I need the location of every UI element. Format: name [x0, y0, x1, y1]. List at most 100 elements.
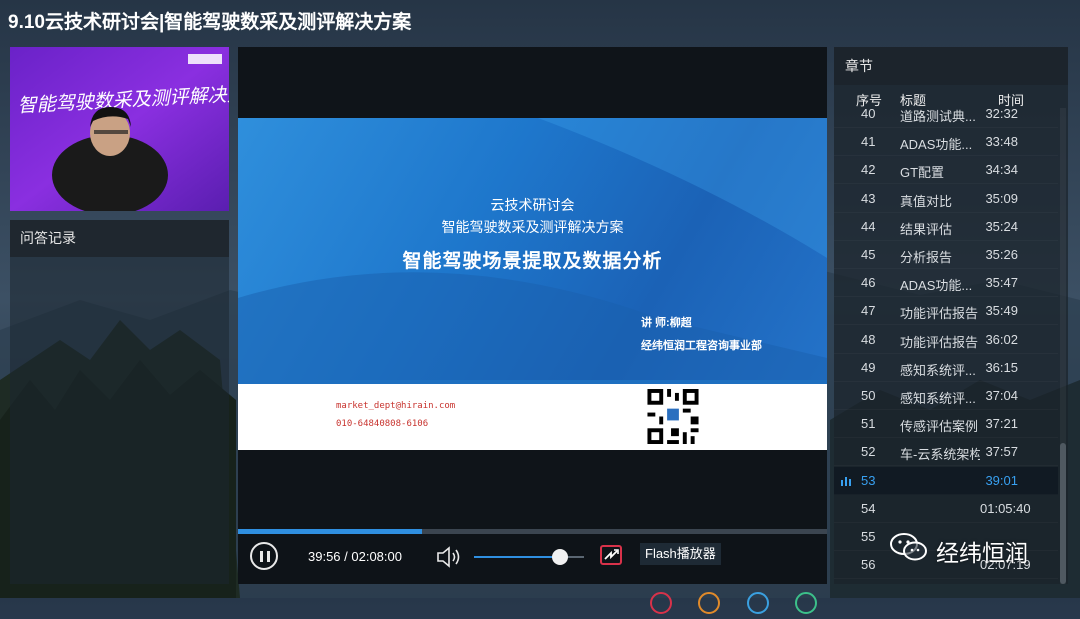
flash-player-button[interactable]: Flash播放器 [640, 543, 721, 565]
chapter-row[interactable]: 45 分析报告 35:26 [834, 241, 1058, 269]
chapter-time: 35:24 [985, 218, 1018, 234]
volume-knob[interactable] [551, 549, 568, 565]
page-title: 9.10云技术研讨会|智能驾驶数采及测评解决方案 [8, 12, 412, 33]
toolbar-circle-icon[interactable] [698, 592, 721, 614]
speaker-camera: 智能驾驶数采及测评解决方案 [10, 47, 229, 211]
chapter-scrollbar[interactable] [1060, 108, 1066, 584]
qr-code [647, 389, 699, 444]
chapter-title: 分析报告 [900, 250, 953, 265]
watermark-text: 经纬恒润 [936, 540, 1028, 566]
chapter-row[interactable]: 40 道路测试典... 32:32 [834, 108, 1058, 128]
chapter-title: 道路测试典... [900, 109, 976, 124]
slide-divider [238, 380, 827, 384]
chapter-title: 功能评估报告 [900, 306, 979, 322]
volume-icon[interactable] [435, 545, 465, 569]
chapter-title: GT配置 [900, 165, 945, 181]
player-controls: 39:56 / 02:08:00 Flash播放器 [238, 534, 827, 584]
chapter-time: 34:34 [985, 162, 1018, 178]
chapter-row[interactable]: 42 GT配置 34:34 [834, 156, 1058, 184]
chapter-number: 40 [861, 108, 876, 121]
chapter-time: 36:15 [985, 359, 1018, 375]
now-playing-icon [841, 476, 851, 486]
chapter-time: 39:01 [985, 472, 1018, 488]
chapters-column-headers: 序号 标题 时间 [834, 90, 1068, 110]
chapter-row[interactable]: 53 39:01 [834, 466, 1058, 495]
column-title: 标题 [900, 93, 927, 108]
chapter-title: 真值对比 [900, 193, 953, 209]
chapter-number: 47 [861, 303, 876, 319]
slide-main-title: 智能驾驶场景提取及数据分析 [402, 251, 663, 272]
column-time: 时间 [998, 93, 1025, 108]
chapter-title: 感知系统评... [900, 362, 976, 378]
toolbar-circle-icon[interactable] [746, 592, 769, 614]
chapter-title: ADAS功能... [900, 137, 973, 153]
qa-header[interactable]: 问答记录 [10, 220, 229, 257]
qa-panel: 问答记录 [10, 220, 229, 584]
title-bar: 9.10云技术研讨会|智能驾驶数采及测评解决方案 [0, 0, 1080, 38]
chapter-row[interactable]: 49 感知系统评... 36:15 [834, 354, 1058, 382]
chapter-row[interactable]: 48 功能评估报告 36:02 [834, 326, 1058, 354]
chapter-list: 40 道路测试典... 32:32 41 ADAS功能... 33:48 42 GT配置 34:… [834, 108, 1058, 584]
chapter-title: 感知系统评... [900, 391, 976, 406]
chapter-row[interactable]: 41 ADAS功能... 33:48 [834, 128, 1058, 156]
slide-email: market_dept@hirain.com [336, 401, 456, 411]
scrollbar-thumb[interactable] [1060, 443, 1066, 584]
chapter-time: 37:04 [985, 388, 1018, 403]
volume-slider[interactable] [474, 549, 584, 565]
chapter-time: 35:49 [985, 303, 1018, 319]
chapters-header: 章节 [834, 47, 1068, 85]
speaker-video-frame: 智能驾驶数采及测评解决方案 [10, 47, 229, 211]
chapter-number: 49 [861, 359, 876, 375]
slide-line-seminar: 云技术研讨会 [490, 197, 575, 213]
chapter-row[interactable]: 54 01:05:40 [834, 495, 1058, 523]
chapter-title: 结果评估 [900, 221, 953, 237]
pause-icon [260, 551, 263, 562]
chapter-row[interactable]: 46 ADAS功能... 35:47 [834, 269, 1058, 297]
chapter-row[interactable]: 44 结果评估 35:24 [834, 213, 1058, 241]
slide-lecturer: 讲 师:柳超 [641, 317, 692, 329]
presentation-slide: 云技术研讨会 智能驾驶数采及测评解决方案 智能驾驶场景提取及数据分析 讲 师:柳… [238, 118, 827, 450]
chapters-panel: 章节 序号 标题 时间 40 道路测试典... 32:32 41 ADAS功能... 33… [834, 47, 1068, 584]
volume-fill [474, 556, 560, 558]
chapter-number: 43 [861, 190, 876, 206]
pause-button[interactable] [250, 542, 278, 570]
chapter-title: 功能评估报告 [900, 334, 979, 350]
chapter-time: 36:02 [985, 331, 1018, 347]
chapter-time: 35:26 [985, 247, 1018, 262]
chapter-number: 51 [861, 416, 876, 432]
video-player[interactable]: 云技术研讨会 智能驾驶数采及测评解决方案 智能驾驶场景提取及数据分析 讲 师:柳… [238, 47, 827, 584]
camera-logo [188, 54, 222, 64]
chapter-time: 33:48 [985, 134, 1018, 150]
chapter-row[interactable]: 52 车-云系统架构 37:57 [834, 438, 1058, 466]
chapter-number: 54 [861, 500, 876, 516]
bottom-toolbar-partial [650, 592, 839, 619]
chapter-number: 52 [861, 444, 876, 460]
chapter-time: 35:47 [985, 275, 1018, 291]
chapter-number: 42 [861, 162, 876, 178]
chapter-time: 37:21 [985, 416, 1018, 432]
toolbar-circle-icon[interactable] [650, 592, 672, 614]
chapter-title: ADAS功能... [900, 278, 973, 294]
flash-switch-icon[interactable] [600, 545, 622, 565]
chapter-title: 车-云系统架构 [900, 447, 980, 463]
slide-phone: 010-64840808-6106 [336, 419, 429, 429]
chapter-number: 41 [861, 134, 876, 150]
chapter-time: 32:32 [985, 108, 1018, 121]
slide-line-solution: 智能驾驶数采及测评解决方案 [441, 219, 624, 235]
chapter-row[interactable]: 50 感知系统评... 37:04 [834, 382, 1058, 410]
slide-header: 云技术研讨会 智能驾驶数采及测评解决方案 智能驾驶场景提取及数据分析 讲 师:柳… [238, 118, 827, 380]
toolbar-circle-icon[interactable] [795, 592, 818, 614]
column-number: 序号 [856, 93, 883, 108]
chapter-number: 48 [861, 331, 876, 347]
chapter-number: 56 [861, 557, 876, 573]
chapter-time: 37:57 [985, 444, 1018, 460]
chapter-row[interactable]: 51 传感评估案例 37:21 [834, 410, 1058, 438]
wechat-icon [890, 533, 927, 561]
chapter-row[interactable]: 47 功能评估报告 35:49 [834, 297, 1058, 325]
chapter-time: 35:09 [985, 190, 1018, 206]
slide-company: 经纬恒润工程咨询事业部 [641, 340, 762, 352]
chapter-number: 45 [861, 247, 876, 262]
chapter-number: 53 [861, 472, 876, 488]
chapter-row[interactable]: 43 真值对比 35:09 [834, 185, 1058, 213]
chapter-number: 50 [861, 388, 876, 403]
